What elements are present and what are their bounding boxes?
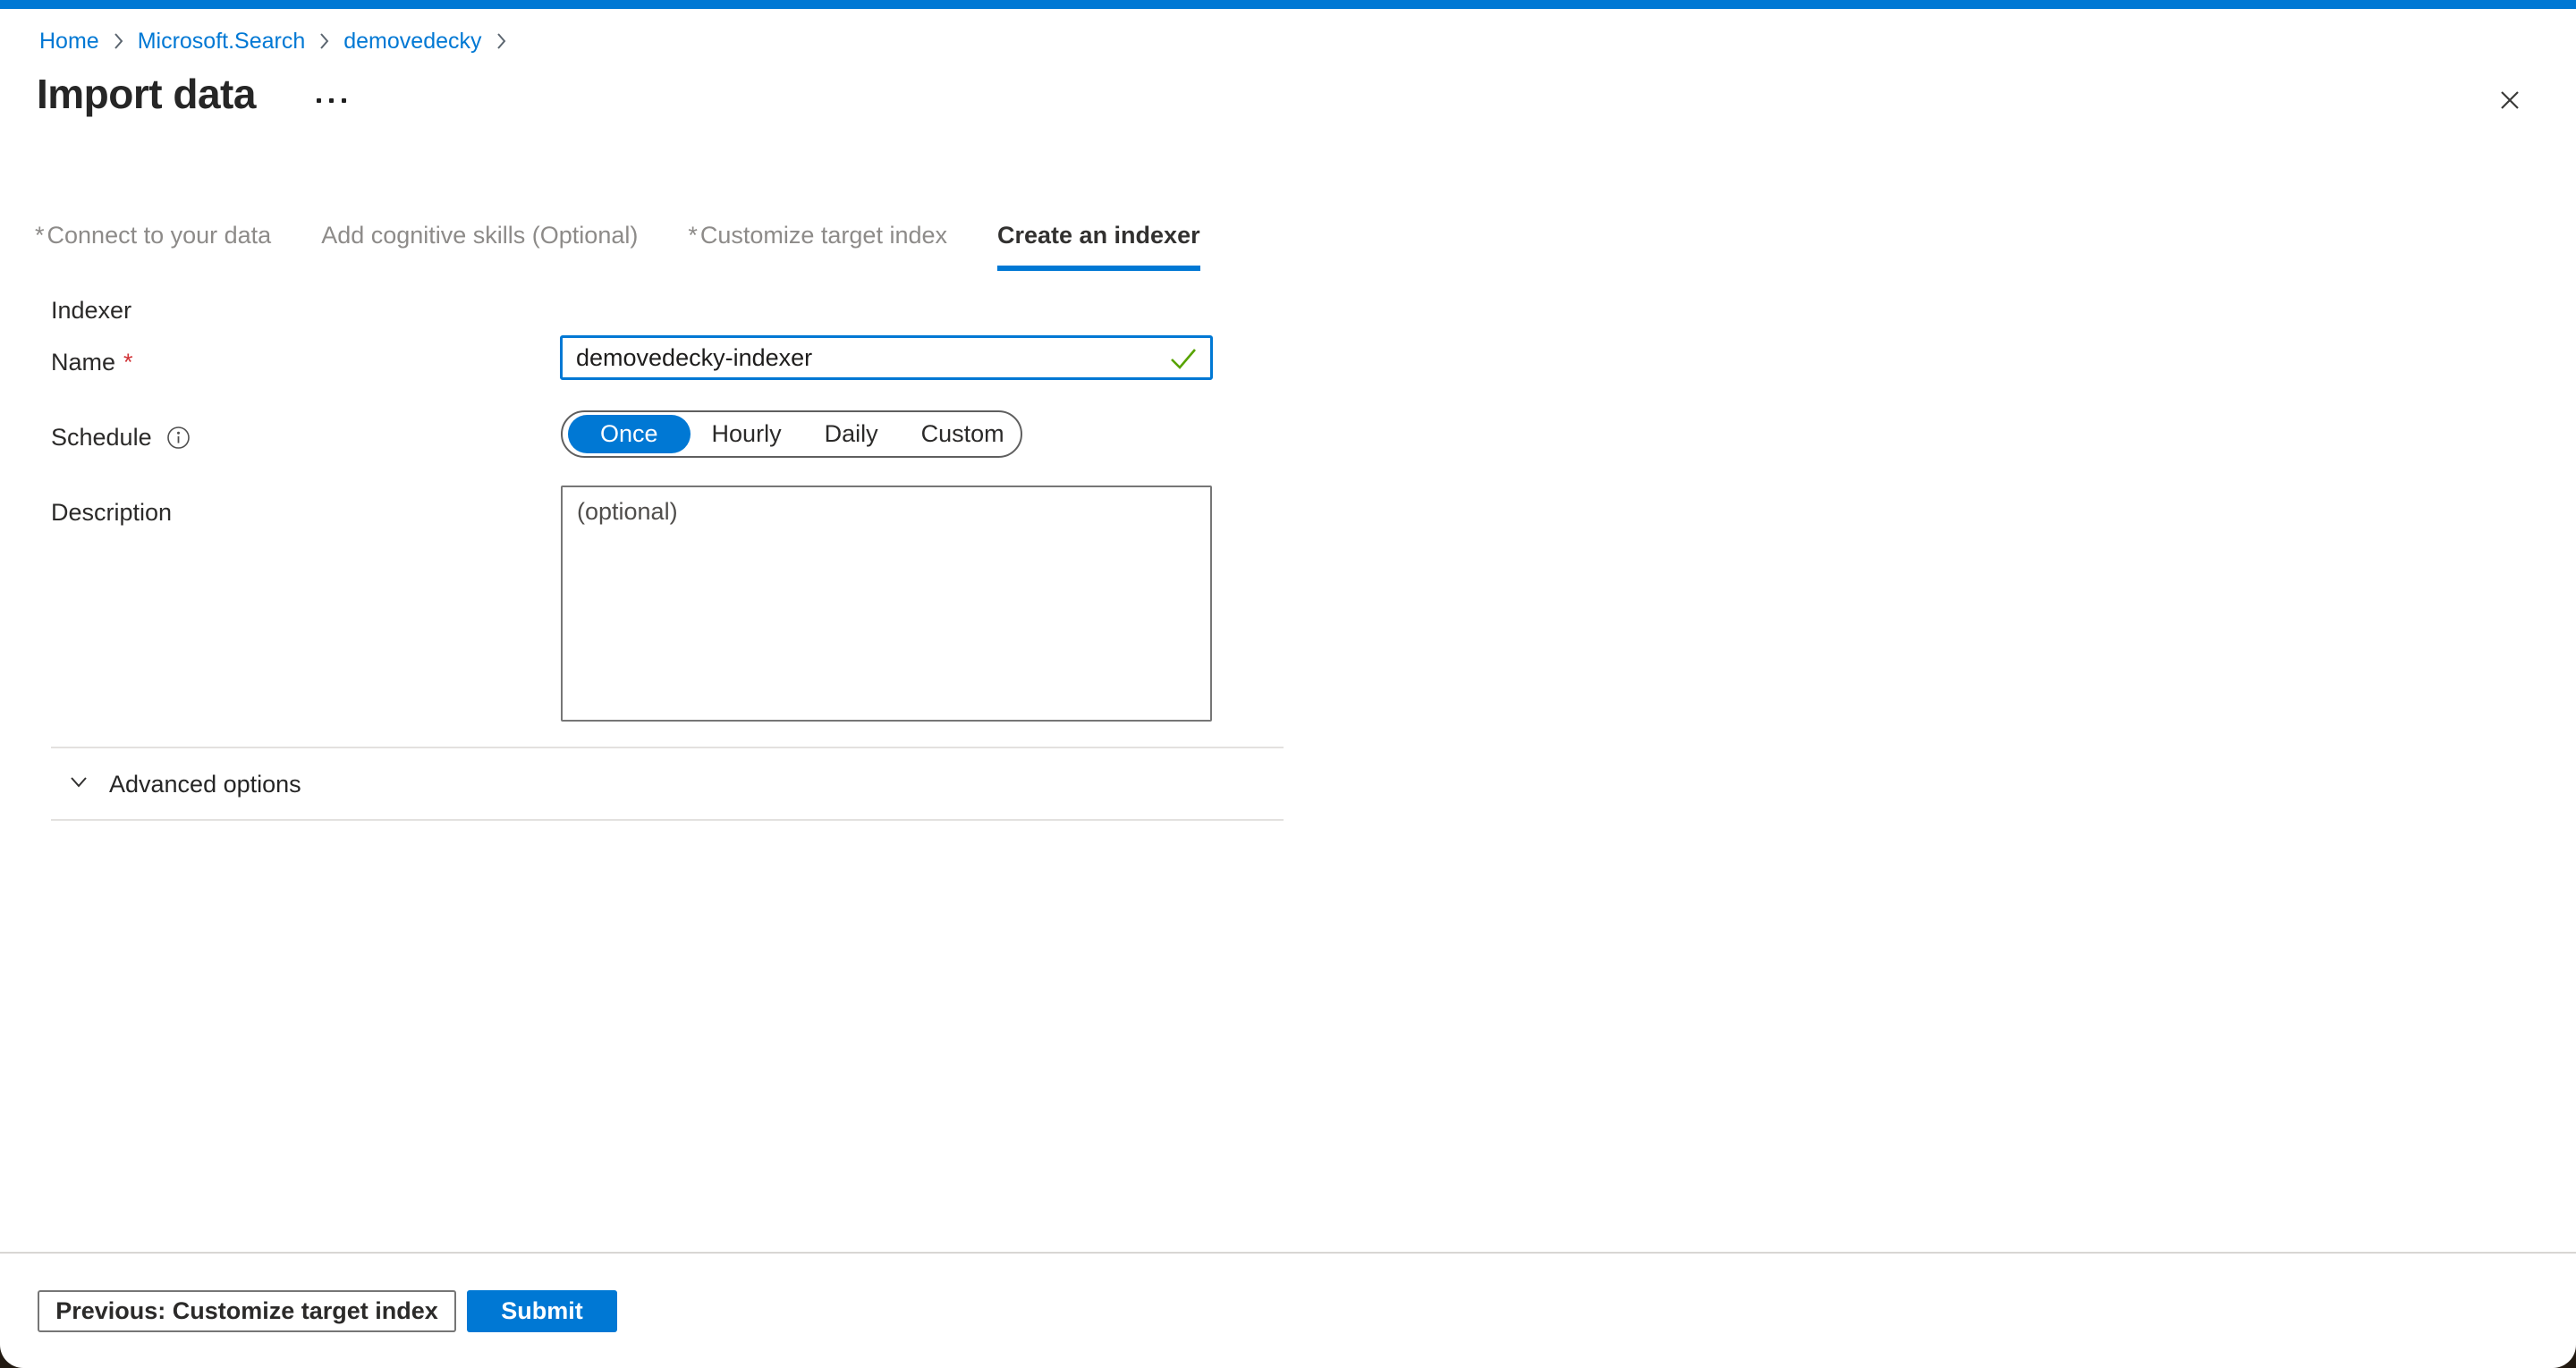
name-label: Name* <box>51 349 133 376</box>
tab-required-marker: * <box>35 222 45 249</box>
required-asterisk: * <box>123 349 133 376</box>
breadcrumb-link-microsoft-search[interactable]: Microsoft.Search <box>138 27 306 55</box>
divider <box>51 819 1284 821</box>
page-title: Import data <box>37 70 256 118</box>
section-title-indexer: Indexer <box>51 297 131 325</box>
breadcrumb-link-demovedecky[interactable]: demovedecky <box>343 27 481 55</box>
tab-customize-target-index[interactable]: *Customize target index <box>688 222 947 271</box>
tab-label: Connect to your data <box>47 222 272 249</box>
indexer-name-input[interactable] <box>560 335 1213 380</box>
schedule-toggle-group: Once Hourly Daily Custom <box>561 410 1022 458</box>
schedule-option-hourly[interactable]: Hourly <box>691 420 803 448</box>
description-label: Description <box>51 499 172 527</box>
schedule-option-once[interactable]: Once <box>568 415 691 453</box>
footer-divider <box>0 1252 2576 1254</box>
advanced-options-label: Advanced options <box>109 771 301 798</box>
tab-bar: *Connect to your data Add cognitive skil… <box>35 222 1200 271</box>
chevron-right-icon <box>112 30 125 53</box>
tab-connect-to-your-data[interactable]: *Connect to your data <box>35 222 271 271</box>
tab-label: Add cognitive skills (Optional) <box>321 222 638 249</box>
close-icon[interactable] <box>2494 84 2526 116</box>
info-icon[interactable] <box>166 426 191 450</box>
ellipsis-icon[interactable] <box>311 93 352 108</box>
breadcrumb-link-home[interactable]: Home <box>39 27 99 55</box>
tab-label: Create an indexer <box>997 222 1200 249</box>
tab-required-marker: * <box>688 222 698 249</box>
description-textarea[interactable] <box>561 486 1212 722</box>
top-accent-bar <box>0 0 2576 9</box>
chevron-right-icon <box>495 30 508 53</box>
schedule-option-daily[interactable]: Daily <box>803 420 900 448</box>
schedule-label: Schedule <box>51 424 191 452</box>
tab-label: Customize target index <box>700 222 947 249</box>
previous-step-button[interactable]: Previous: Customize target index <box>38 1290 456 1332</box>
import-data-panel: Home Microsoft.Search demovedecky Import… <box>0 0 2576 1368</box>
active-tab-underline <box>997 266 1200 271</box>
tab-add-cognitive-skills[interactable]: Add cognitive skills (Optional) <box>321 222 638 271</box>
advanced-options-toggle[interactable]: Advanced options <box>66 769 301 800</box>
schedule-option-custom[interactable]: Custom <box>900 420 1026 448</box>
submit-button[interactable]: Submit <box>467 1290 617 1332</box>
divider <box>51 747 1284 748</box>
tab-create-an-indexer[interactable]: Create an indexer <box>997 222 1200 271</box>
chevron-right-icon <box>318 30 331 53</box>
breadcrumb: Home Microsoft.Search demovedecky <box>39 27 508 55</box>
chevron-down-icon <box>66 769 91 800</box>
